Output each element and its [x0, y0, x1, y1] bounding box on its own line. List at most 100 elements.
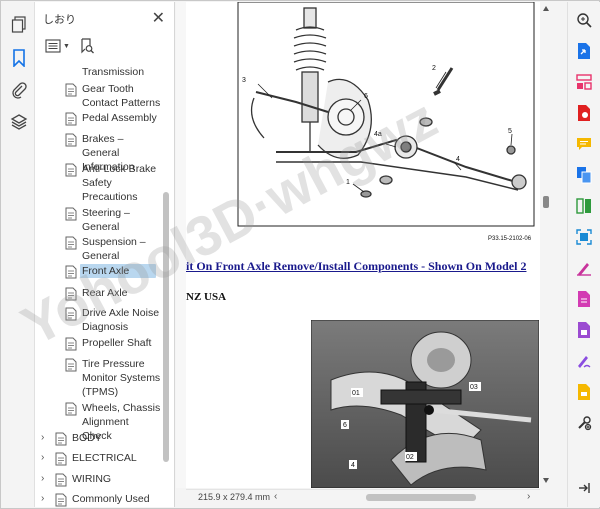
bookmark-page-icon	[55, 452, 67, 466]
horizontal-scroll-thumb[interactable]	[366, 494, 476, 501]
bookmarks-scroll-thumb[interactable]	[163, 192, 169, 462]
bookmark-label: Commonly Used	[72, 493, 150, 505]
bookmark-label: Transmission	[82, 66, 145, 78]
suspension-diagram: 3 2 6 4a 4 5 1 P33.15-2102-06	[237, 2, 535, 242]
bookmark-item[interactable]: Anti-Lock Brake Safety Precautions	[35, 162, 161, 204]
scroll-down-icon[interactable]	[543, 478, 549, 483]
callout-label: 4	[351, 462, 355, 469]
layers-icon[interactable]	[8, 111, 30, 133]
callout-label: 1	[346, 179, 350, 186]
bookmark-item[interactable]: Rear Axle	[35, 286, 161, 301]
bookmark-item-front-axle[interactable]: Front Axle	[35, 264, 161, 279]
callout-label: 5	[508, 128, 512, 135]
bookmark-page-icon	[65, 402, 77, 416]
bookmark-page-icon	[65, 307, 77, 321]
bookmark-page-icon	[65, 83, 77, 97]
document-horizontal-scrollbar[interactable]: 215.9 x 279.4 mm ‹ ›	[186, 489, 540, 505]
edit-pdf-icon[interactable]	[574, 289, 594, 309]
bookmark-label: Suspension – General	[82, 236, 146, 262]
bookmarks-scrollbar[interactable]	[162, 62, 170, 507]
attachments-icon[interactable]	[8, 79, 30, 101]
bookmark-item-commonly-used[interactable]: › Commonly Used	[35, 492, 161, 507]
document-vertical-scrollbar[interactable]	[540, 2, 552, 488]
protect-pdf-icon[interactable]	[574, 320, 594, 340]
scroll-thumb[interactable]	[543, 196, 549, 208]
request-signature-icon[interactable]	[574, 351, 594, 371]
bookmark-item[interactable]: Tire Pressure Monitor Systems (TPMS)	[35, 357, 161, 399]
stamp-icon[interactable]	[574, 382, 594, 402]
compare-files-icon[interactable]	[574, 196, 594, 216]
bookmark-label: Front Axle	[80, 264, 156, 278]
list-options-icon	[45, 39, 61, 53]
figure-reference: P33.15-2102-06	[488, 236, 532, 242]
bookmark-label: Propeller Shaft	[82, 337, 152, 349]
bookmark-item[interactable]: Drive Axle Noise Diagnosis	[35, 306, 161, 334]
bookmark-item-wiring[interactable]: › WIRING	[35, 472, 161, 487]
fill-sign-icon[interactable]	[574, 258, 594, 278]
bookmark-page-icon	[65, 112, 77, 126]
export-pdf-icon[interactable]	[574, 41, 594, 61]
bookmark-label: BODY	[72, 432, 102, 444]
tools-rail	[567, 2, 600, 507]
bookmark-page-icon	[65, 163, 77, 177]
organize-pages-icon[interactable]	[574, 72, 594, 92]
bookmark-label: WIRING	[72, 473, 112, 485]
bookmark-page-icon	[55, 493, 67, 507]
section-heading-link[interactable]: it On Front Axle Remove/Install Componen…	[186, 259, 526, 274]
pages-thumbnails-icon[interactable]	[8, 14, 30, 36]
bookmark-label: Anti-Lock Brake Safety Precautions	[82, 163, 157, 203]
pdf-page: 3 2 6 4a 4 5 1 P33.15-2102-06 it On Fron…	[186, 2, 540, 488]
bookmark-item[interactable]: Pedal Assembly	[35, 111, 161, 126]
collapse-panel-icon[interactable]	[574, 478, 594, 498]
bookmark-label: Steering – General	[82, 207, 130, 233]
scroll-right-icon[interactable]: ›	[527, 491, 530, 502]
bookmark-page-icon	[65, 287, 77, 301]
bookmark-item[interactable]: Propeller Shaft	[35, 336, 161, 351]
scroll-left-icon[interactable]: ‹	[274, 491, 277, 502]
callout-label: 3	[242, 77, 246, 84]
callout-label: 01	[352, 390, 360, 397]
dropdown-arrow-icon: ▼	[63, 42, 70, 50]
bookmark-item-electrical[interactable]: › ELECTRICAL	[35, 451, 161, 466]
bookmark-label: Tire Pressure Monitor Systems (TPMS)	[82, 358, 161, 398]
callout-label: 4a	[374, 131, 382, 138]
callout-label: 2	[432, 65, 436, 72]
bookmarks-panel: しおり ✕ ▼ Transmission Gear Tooth Contact …	[35, 2, 175, 507]
callout-label: 4	[456, 156, 460, 163]
page-size-readout: 215.9 x 279.4 mm	[198, 492, 271, 502]
left-navigation-rail	[2, 2, 35, 507]
bookmark-item[interactable]: Transmission	[35, 65, 161, 79]
bookmark-item[interactable]: Suspension – General	[35, 235, 161, 263]
expand-chevron-icon[interactable]: ›	[41, 472, 51, 486]
acrobat-window: しおり ✕ ▼ Transmission Gear Tooth Contact …	[0, 0, 600, 509]
bookmark-page-icon	[55, 473, 67, 487]
scan-ocr-icon[interactable]	[574, 227, 594, 247]
bookmark-item[interactable]: Steering – General	[35, 206, 161, 234]
bookmark-page-icon	[65, 236, 77, 250]
combine-files-icon[interactable]	[574, 165, 594, 185]
zoom-search-icon[interactable]	[574, 10, 594, 30]
bookmark-label: Drive Axle Noise Diagnosis	[82, 307, 160, 333]
axle-tool-photo: 01 02 03 4 6	[311, 320, 539, 488]
expand-chevron-icon[interactable]: ›	[41, 451, 51, 465]
bookmark-item-body[interactable]: › BODY	[35, 431, 161, 446]
bookmarks-header: しおり ✕	[35, 2, 175, 32]
bookmark-options-button[interactable]: ▼	[45, 39, 70, 53]
more-tools-icon[interactable]	[574, 413, 594, 433]
callout-label: 03	[470, 384, 478, 391]
create-pdf-icon[interactable]	[574, 103, 594, 123]
scroll-up-icon[interactable]	[543, 6, 549, 11]
comment-icon[interactable]	[574, 134, 594, 154]
bookmarks-icon[interactable]	[8, 47, 30, 69]
add-bookmark-button[interactable]	[79, 38, 95, 57]
bookmark-search-icon	[81, 38, 94, 54]
bookmark-page-icon	[65, 265, 77, 279]
bookmark-item[interactable]: Gear Tooth Contact Patterns	[35, 82, 161, 110]
expand-chevron-icon[interactable]: ›	[41, 492, 51, 506]
callout-label: 02	[406, 454, 414, 461]
document-view[interactable]: 3 2 6 4a 4 5 1 P33.15-2102-06 it On Fron…	[176, 2, 540, 488]
expand-chevron-icon[interactable]: ›	[41, 431, 51, 445]
bookmark-page-icon	[65, 358, 77, 372]
close-panel-icon[interactable]: ✕	[152, 8, 165, 28]
bookmark-label: Pedal Assembly	[82, 112, 157, 124]
